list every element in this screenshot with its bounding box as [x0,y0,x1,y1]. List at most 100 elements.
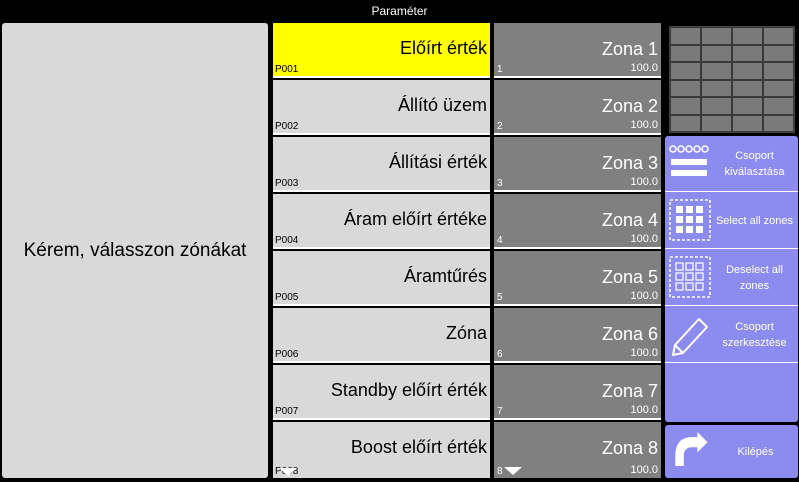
zone-value: 100.0 [630,347,658,359]
param-code: P007 [275,406,299,417]
group-select-button[interactable]: Csoport kiválasztása [665,136,798,192]
param-item[interactable]: Áramtűrés P005 [273,251,490,306]
grid-cell [732,62,763,80]
exit-label: Kilépés [737,445,774,458]
grid-cell [732,79,763,97]
param-item[interactable]: Zóna P006 [273,308,490,363]
select-all-grid-icon [669,199,711,241]
param-code: P002 [275,121,299,132]
zone-number: 2 [497,121,503,132]
zone-number: 1 [497,64,503,75]
param-name: Zóna [445,323,487,343]
grid-cell [732,97,763,115]
grid-cell [732,114,763,132]
param-name: Áramtűrés [403,266,487,286]
param-name: Előírt érték [399,38,487,58]
zone-name: Zona 6 [601,324,658,344]
param-item[interactable]: Állítási érték P003 [273,137,490,192]
zone-name: Zona 2 [601,96,658,116]
zone-item[interactable]: Zona 3 100.0 3 [494,137,661,192]
zone-value: 100.0 [630,62,658,74]
zone-name: Zona 3 [601,153,658,173]
grid-cell [670,44,701,62]
zone-value: 100.0 [630,119,658,131]
zone-name: Zona 4 [601,210,658,230]
zone-selection-prompt-panel[interactable]: Kérem, válasszon zónákat [2,23,268,478]
zone-number: 7 [497,406,503,417]
param-code: P005 [275,292,299,303]
param-code: P006 [275,349,299,360]
param-code: P003 [275,178,299,189]
zone-value: 100.0 [630,404,658,416]
param-item[interactable]: Áram előírt értéke P004 [273,194,490,249]
zone-list: Zona 1 100.0 1 Zona 2 100.0 2 Zona 3 100… [494,23,661,478]
grid-cell [763,44,794,62]
group-select-icon [669,145,709,176]
group-edit-button[interactable]: Csoport szerkesztése [665,307,798,363]
zone-number: 3 [497,178,503,189]
scroll-down-arrow-icon[interactable] [279,468,297,476]
scroll-down-arrow-icon[interactable] [504,467,522,475]
exit-arrow-icon [675,432,708,466]
deselect-all-zones-button[interactable]: Deselect all zones [665,250,798,306]
select-all-zones-button[interactable]: Select all zones [665,193,798,249]
grid-cell [763,97,794,115]
param-name: Áram előírt értéke [343,209,487,229]
param-item[interactable]: Állító üzem P002 [273,80,490,135]
zone-selection-prompt: Kérem, válasszon zónákat [23,239,247,261]
group-edit-label: Csoport szerkesztése [722,321,787,349]
param-item[interactable]: Boost előírt érték P008 [273,422,490,478]
zone-item[interactable]: Zona 1 100.0 1 [494,23,661,78]
grid-cell [670,114,701,132]
zone-item[interactable]: Zona 8 100.0 8 [494,422,661,478]
param-code: P004 [275,235,299,246]
zone-number: 8 [497,466,503,477]
zone-name: Zona 8 [601,438,658,458]
parameter-list: Előírt érték P001 Állító üzem P002 Állít… [273,23,490,478]
param-item[interactable]: Standby előírt érték P007 [273,365,490,420]
zone-value: 100.0 [630,233,658,245]
zone-name: Zona 5 [601,267,658,287]
param-name: Boost előírt érték [350,437,487,457]
grid-cell [701,27,732,45]
param-name: Állítási érték [388,152,487,172]
deselect-all-grid-icon [669,256,711,298]
grid-cell [701,62,732,80]
param-name: Állító üzem [397,95,487,115]
zone-item[interactable]: Zona 4 100.0 4 [494,194,661,249]
grid-cell [763,114,794,132]
grid-cell [701,114,732,132]
grid-cell [732,27,763,45]
param-code: P001 [275,64,299,75]
pencil-icon [672,318,708,356]
grid-cell [670,97,701,115]
action-panel: Csoport kiválasztása Select all zones De… [665,136,798,422]
zone-item[interactable]: Zona 6 100.0 6 [494,308,661,363]
zone-value: 100.0 [630,290,658,302]
zone-number: 4 [497,235,503,246]
zone-name: Zona 7 [601,381,658,401]
grid-cell [763,27,794,45]
select-all-zones-label: Select all zones [715,215,794,227]
grid-cell [763,62,794,80]
param-item[interactable]: Előírt érték P001 [273,23,490,78]
zone-item[interactable]: Zona 7 100.0 7 [494,365,661,420]
zone-grid-overview [669,26,795,133]
grid-cell [670,27,701,45]
zone-name: Zona 1 [601,39,658,59]
param-name: Standby előírt érték [330,380,487,400]
grid-cell [701,97,732,115]
zone-number: 5 [497,292,503,303]
grid-cell [701,79,732,97]
grid-cell [701,44,732,62]
zone-number: 6 [497,349,503,360]
zone-value: 100.0 [630,464,658,476]
grid-cell [670,79,701,97]
grid-cell [732,44,763,62]
window-title: Paraméter [371,4,428,18]
group-select-label: Csoport kiválasztása [724,150,785,178]
zone-item[interactable]: Zona 2 100.0 2 [494,80,661,135]
grid-cell [670,62,701,80]
zone-item[interactable]: Zona 5 100.0 5 [494,251,661,306]
exit-button[interactable]: Kilépés [665,425,798,478]
